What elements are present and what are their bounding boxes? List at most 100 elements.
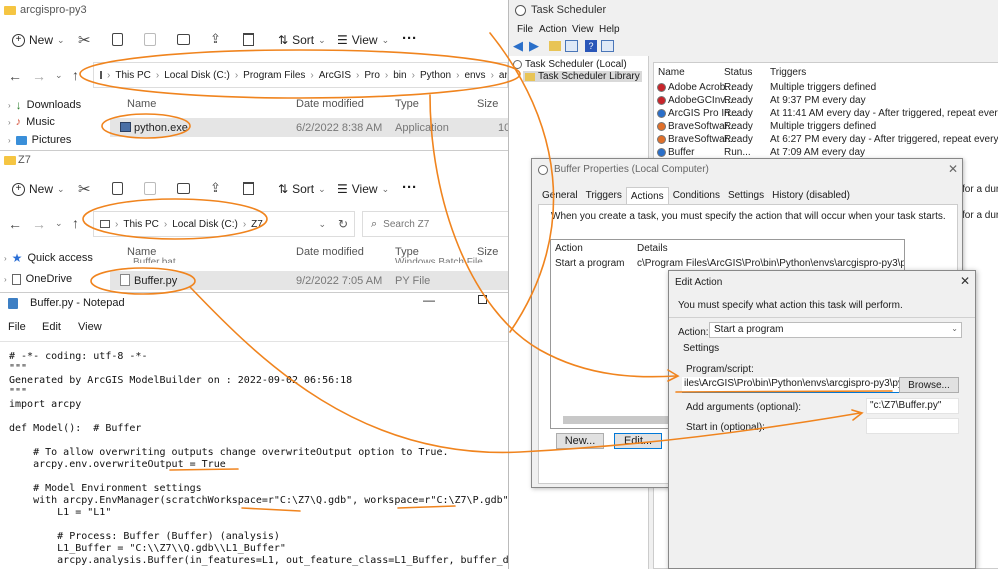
paste-icon[interactable]: [144, 33, 156, 46]
tab-actions[interactable]: Actions: [625, 187, 669, 205]
column-type[interactable]: Type: [395, 98, 419, 110]
rename-icon[interactable]: [177, 183, 190, 194]
crumb[interactable]: This PC: [115, 70, 151, 81]
more-button[interactable]: ···: [402, 179, 417, 196]
crumb[interactable]: envs: [464, 70, 485, 81]
file-row-buffer-py[interactable]: Buffer.py 9/2/2022 7:05 AM PY File: [110, 271, 532, 290]
search-input[interactable]: ⌕ Search Z7: [362, 211, 512, 237]
chevron-down-icon[interactable]: ⌄: [318, 219, 326, 230]
task-row[interactable]: ArcGIS Pro In... Ready At 11:41 AM every d…: [654, 107, 998, 120]
tree-item-local[interactable]: Task Scheduler (Local): [513, 59, 627, 70]
browse-button[interactable]: Browse...: [899, 377, 959, 393]
maximize-button[interactable]: [478, 295, 487, 304]
crumb[interactable]: Python: [420, 70, 451, 81]
edit-button[interactable]: Edit...: [614, 433, 662, 449]
column-details[interactable]: Details: [637, 243, 668, 254]
copy-icon[interactable]: [112, 182, 123, 195]
view-button[interactable]: ☰ View ⌄: [337, 33, 389, 47]
crumb[interactable]: Program Files: [243, 70, 305, 81]
sort-button[interactable]: ⇅ Sort ⌄: [278, 33, 326, 47]
breadcrumb[interactable]: › This PC › Local Disk (C:) › Z7 ⌄ ↻: [93, 211, 355, 237]
crumb[interactable]: This PC: [123, 219, 159, 230]
task-row[interactable]: Adobe Acrob... Ready Multiple triggers def…: [654, 81, 998, 94]
menu-file[interactable]: File: [8, 321, 26, 333]
delete-icon[interactable]: [243, 33, 254, 46]
panel-icon[interactable]: [601, 40, 614, 52]
column-name[interactable]: Name: [127, 98, 156, 110]
up-arrow-icon[interactable]: ↑: [72, 215, 79, 231]
tab-general[interactable]: General: [538, 187, 582, 205]
program-input[interactable]: iles\ArcGIS\Pro\bin\Python\envs\arcgispr…: [682, 377, 900, 393]
nav-item-pictures[interactable]: › Pictures: [8, 134, 71, 146]
back-arrow-icon[interactable]: ←: [8, 216, 22, 232]
menu-view[interactable]: View: [78, 321, 102, 333]
rename-icon[interactable]: [177, 34, 190, 45]
nav-item-music[interactable]: › ♪ Music: [8, 116, 55, 128]
view-button[interactable]: ☰ View ⌄: [337, 182, 389, 196]
paste-icon[interactable]: [144, 182, 156, 195]
menu-file[interactable]: File: [517, 24, 533, 35]
menu-help[interactable]: Help: [599, 24, 620, 35]
more-button[interactable]: ···: [402, 30, 417, 47]
start-in-input[interactable]: [866, 418, 959, 434]
crumb[interactable]: Local Disk (C:): [172, 219, 238, 230]
task-row[interactable]: BraveSoftwar... Ready Multiple triggers de…: [654, 120, 998, 133]
close-icon[interactable]: ✕: [960, 274, 970, 288]
column-date[interactable]: Date modified: [296, 246, 364, 258]
task-row[interactable]: AdobeGCInv... Ready At 9:37 PM every day: [654, 94, 998, 107]
dropdown-chevron-icon[interactable]: ⌄: [55, 70, 63, 81]
column-action[interactable]: Action: [555, 243, 583, 254]
column-name[interactable]: Name: [658, 67, 685, 78]
column-date[interactable]: Date modified: [296, 98, 364, 110]
cut-icon[interactable]: ✂: [78, 31, 91, 49]
nav-item-downloads[interactable]: › ↓ Downloads: [8, 98, 81, 112]
crumb[interactable]: Z7: [251, 219, 263, 230]
breadcrumb[interactable]: › This PC › Local Disk (C:) › Program Files…: [93, 62, 508, 88]
dropdown-chevron-icon[interactable]: ⌄: [55, 218, 63, 229]
menu-view[interactable]: View: [572, 24, 594, 35]
action-select[interactable]: Start a program ⌄: [709, 322, 962, 338]
share-icon[interactable]: ⇪: [210, 180, 221, 196]
partial-row-name[interactable]: Buffer.bat: [133, 257, 176, 263]
minimize-button[interactable]: —: [423, 293, 435, 307]
crumb[interactable]: ArcGIS: [319, 70, 351, 81]
sort-button[interactable]: ⇅ Sort ⌄: [278, 182, 326, 196]
menu-action[interactable]: Action: [539, 24, 567, 35]
crumb[interactable]: bin: [393, 70, 406, 81]
forward-arrow-icon[interactable]: →: [32, 68, 46, 84]
back-arrow-icon[interactable]: ◀: [513, 38, 523, 54]
forward-arrow-icon[interactable]: →: [32, 216, 46, 232]
arguments-input[interactable]: "c:\Z7\Buffer.py": [866, 398, 959, 414]
code-editor[interactable]: # -*- coding: utf-8 -*- """ Generated by A…: [0, 341, 532, 569]
file-row-python-exe[interactable]: python.exe 6/2/2022 8:38 AM Application …: [110, 118, 508, 137]
task-row[interactable]: BraveSoftwar... Ready At 6:27 PM every day…: [654, 133, 998, 146]
delete-icon[interactable]: [243, 182, 254, 195]
back-arrow-icon[interactable]: ←: [8, 68, 22, 84]
help-icon[interactable]: ?: [585, 40, 597, 52]
new-button[interactable]: + New ⌄: [12, 33, 65, 47]
tab-conditions[interactable]: Conditions: [669, 187, 724, 205]
tab-history[interactable]: History (disabled): [768, 187, 854, 205]
new-button[interactable]: + New ⌄: [12, 182, 65, 196]
new-button[interactable]: New...: [556, 433, 604, 449]
column-triggers[interactable]: Triggers: [770, 67, 806, 78]
column-status[interactable]: Status: [724, 67, 752, 78]
close-icon[interactable]: ✕: [948, 162, 958, 176]
up-arrow-icon[interactable]: ↑: [72, 67, 79, 83]
nav-item-onedrive[interactable]: › OneDrive: [4, 273, 72, 285]
tab-settings[interactable]: Settings: [724, 187, 768, 205]
panel-icon[interactable]: [565, 40, 578, 52]
tree-item-library[interactable]: Task Scheduler Library: [523, 71, 642, 82]
crumb[interactable]: Local Disk (C:): [164, 70, 230, 81]
action-row[interactable]: Start a program c\Program Files\ArcGIS\P…: [551, 257, 904, 271]
nav-item-quick-access[interactable]: › ★ Quick access: [4, 251, 93, 265]
menu-edit[interactable]: Edit: [42, 321, 61, 333]
forward-arrow-icon[interactable]: ▶: [529, 38, 539, 54]
crumb[interactable]: arcgispro-py3: [499, 70, 507, 81]
refresh-icon[interactable]: ↻: [338, 217, 348, 231]
share-icon[interactable]: ⇪: [210, 31, 221, 47]
tab-triggers[interactable]: Triggers: [582, 187, 626, 205]
folder-up-icon[interactable]: [549, 41, 561, 51]
crumb[interactable]: Pro: [364, 70, 380, 81]
column-size[interactable]: Size: [477, 98, 498, 110]
